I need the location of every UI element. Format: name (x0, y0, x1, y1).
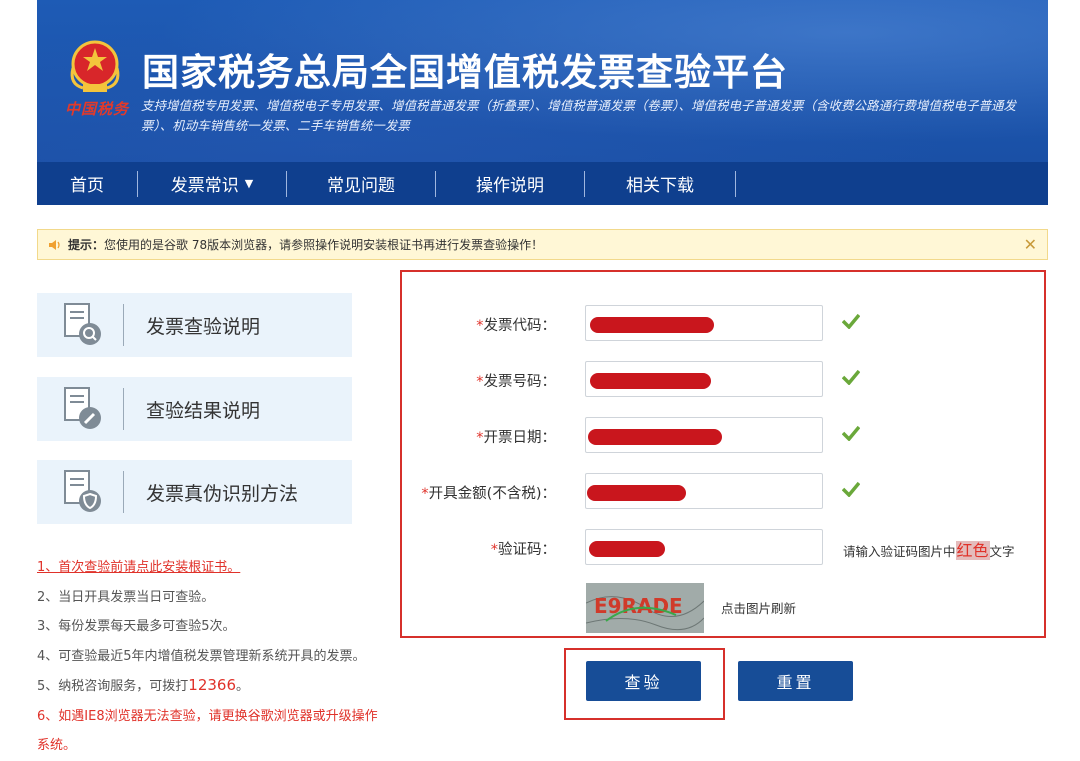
tip-item: 5、纳税咨询服务，可拨打12366。 (37, 671, 387, 702)
redacted-value (587, 485, 686, 501)
tip-text: 5、纳税咨询服务，可拨打 (37, 679, 189, 694)
document-shield-icon (64, 470, 101, 512)
captcha-input[interactable] (585, 529, 823, 565)
sidebar-card-label: 发票真伪识别方法 (146, 482, 299, 505)
tip-item: 4、可查验最近5年内增值税发票管理新系统开具的发票。 (37, 648, 366, 664)
required-mark: * (476, 318, 484, 334)
form-row-invoice-date: *开票日期： (402, 417, 1044, 453)
invoice-number-input[interactable] (585, 361, 823, 397)
captcha-text: E9RADE (594, 594, 683, 618)
check-icon (842, 481, 860, 497)
invoice-code-input[interactable] (585, 305, 823, 341)
captcha-image[interactable]: E9RADE (586, 583, 704, 633)
redacted-value (590, 373, 711, 389)
sidebar-card-verify-instructions[interactable]: 发票查验说明 (37, 293, 352, 357)
hotline-number: 12366 (188, 676, 236, 694)
document-edit-icon (64, 387, 101, 429)
tip-item-browser: 6、如遇IE8浏览器无法查验，请更换谷歌浏览器或升级操作系统。 (37, 708, 378, 754)
tip-text: 。 (236, 679, 250, 694)
check-icon (842, 425, 860, 441)
browser-notice: 提示： 您使用的是谷歌 78版本浏览器，请参照操作说明安装根证书再进行发票查验操… (37, 229, 1048, 260)
required-mark: * (476, 430, 484, 446)
captcha-refresh-hint: 点击图片刷新 (721, 601, 797, 616)
sidebar-card-label: 查验结果说明 (146, 399, 261, 422)
page-title: 国家税务总局全国增值税发票查验平台 (142, 51, 788, 94)
form-row-invoice-code: *发票代码： (402, 305, 1044, 341)
tip-install-cert-link[interactable]: 1、首次查验前请点此安装根证书。 (37, 553, 387, 583)
page-subtitle: 支持增值税专用发票、增值税电子专用发票、增值税普通发票（折叠票）、增值税普通发票… (141, 98, 1017, 133)
sidebar-card-result-instructions[interactable]: 查验结果说明 (37, 377, 352, 441)
field-label-text: 发票代码： (483, 318, 557, 334)
field-label-text: 验证码： (498, 542, 556, 558)
tip-item: 3、每份发票每天最多可查验5次。 (37, 619, 236, 634)
verification-form: *发票代码： *发票号码： *开票日期： *开具金额(不含税)： *验证码： 请… (400, 270, 1046, 638)
redacted-value (590, 317, 714, 333)
card-divider (123, 388, 124, 430)
nav-item-label: 相关下载 (626, 176, 694, 196)
amount-excl-tax-input[interactable] (585, 473, 823, 509)
tip-item: 2、当日开具发票当日可查验。 (37, 589, 215, 605)
field-label-text: 开具金额(不含税)： (428, 486, 556, 502)
check-icon (842, 369, 860, 385)
field-label: *发票号码： (476, 370, 556, 391)
field-label: *开具金额(不含税)： (421, 482, 556, 503)
form-row-captcha: *验证码： 请输入验证码图片中红色文字 (402, 529, 1044, 565)
nav-item-invoice-knowledge[interactable]: 发票常识 ▼ (138, 170, 287, 197)
nav-item-label: 常见问题 (327, 176, 395, 196)
redacted-value (588, 429, 722, 445)
emblem-caption: 中国税务 (65, 100, 130, 118)
check-icon (842, 313, 860, 329)
hint-text: 文字 (989, 544, 1015, 559)
close-icon[interactable]: ✕ (1024, 235, 1037, 254)
site-header: 中国税务 国家税务总局全国增值税发票查验平台 支持增值税专用发票、增值税电子专用… (37, 0, 1048, 205)
card-divider (123, 304, 124, 346)
required-mark: * (421, 486, 429, 502)
field-label-text: 发票号码： (483, 374, 557, 390)
notice-text: 您使用的是谷歌 78版本浏览器，请参照操作说明安装根证书再进行发票查验操作！ (104, 238, 544, 252)
national-emblem-icon (70, 40, 120, 92)
reset-button[interactable]: 重置 (738, 661, 853, 701)
notice-prefix: 提示： (68, 238, 105, 252)
hint-text: 请输入验证码图片中 (843, 544, 956, 559)
field-label: *开票日期： (476, 426, 556, 447)
form-row-amount: *开具金额(不含税)： (402, 473, 1044, 509)
usage-tips: 1、首次查验前请点此安装根证书。 2、当日开具发票当日可查验。 3、每份发票每天… (37, 553, 387, 761)
document-search-icon (64, 303, 101, 345)
nav-item-label: 首页 (70, 176, 104, 196)
main-nav: 首页 发票常识 ▼ 常见问题 操作说明 相关下载 (37, 162, 1048, 205)
sidebar-card-label: 发票查验说明 (146, 315, 261, 338)
card-divider (123, 471, 124, 513)
sidebar-card-authenticity-methods[interactable]: 发票真伪识别方法 (37, 460, 352, 524)
field-label: *验证码： (491, 538, 556, 559)
captcha-graphic: E9RADE (586, 583, 704, 633)
hint-highlight: 红色 (955, 541, 990, 560)
nav-item-label: 操作说明 (476, 176, 544, 196)
captcha-hint: 请输入验证码图片中红色文字 (843, 537, 1015, 561)
nav-item-instructions[interactable]: 操作说明 (436, 170, 585, 197)
nav-item-home[interactable]: 首页 (37, 170, 138, 197)
verify-button[interactable]: 查验 (586, 661, 701, 701)
form-row-invoice-number: *发票号码： (402, 361, 1044, 397)
required-mark: * (490, 542, 498, 558)
invoice-date-input[interactable] (585, 417, 823, 453)
redacted-value (589, 541, 665, 557)
field-label: *发票代码： (476, 314, 556, 335)
nav-item-downloads[interactable]: 相关下载 (585, 170, 736, 197)
required-mark: * (476, 374, 484, 390)
nav-item-label: 发票常识 (170, 176, 239, 196)
field-label-text: 开票日期： (483, 430, 557, 446)
nav-item-faq[interactable]: 常见问题 (287, 170, 436, 197)
chevron-down-icon: ▼ (244, 177, 254, 190)
speaker-icon (49, 239, 60, 250)
